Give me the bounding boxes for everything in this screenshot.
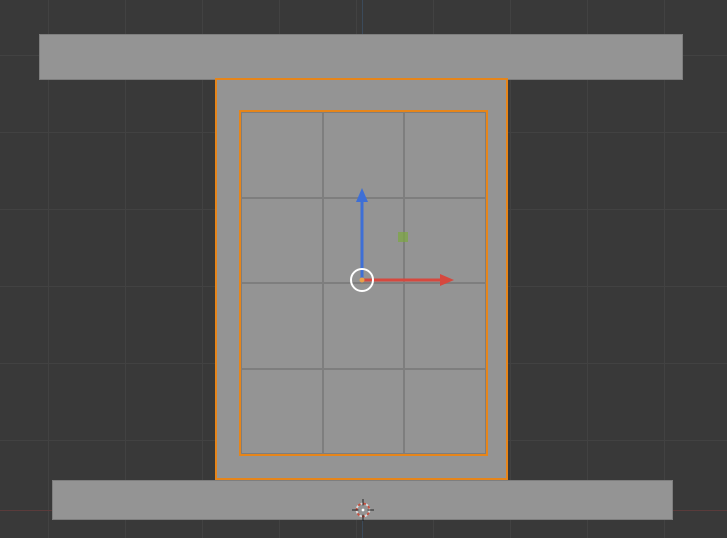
mesh-flange-bottom[interactable] bbox=[52, 480, 673, 520]
inner-face bbox=[404, 283, 486, 369]
inner-face bbox=[241, 369, 323, 455]
inner-face bbox=[241, 198, 323, 284]
inner-face bbox=[404, 112, 486, 198]
mesh-selected-center[interactable] bbox=[215, 78, 508, 480]
inner-face bbox=[323, 283, 405, 369]
inner-face bbox=[323, 369, 405, 455]
selected-inner-grid bbox=[241, 112, 486, 454]
inner-face bbox=[404, 198, 486, 284]
mesh-flange-top[interactable] bbox=[39, 34, 683, 80]
inner-face bbox=[241, 283, 323, 369]
inner-face bbox=[404, 369, 486, 455]
selected-inner-loop bbox=[239, 110, 488, 456]
inner-face bbox=[241, 112, 323, 198]
inner-face bbox=[323, 198, 405, 284]
gizmo-free-handle[interactable] bbox=[398, 232, 408, 242]
inner-face bbox=[323, 112, 405, 198]
